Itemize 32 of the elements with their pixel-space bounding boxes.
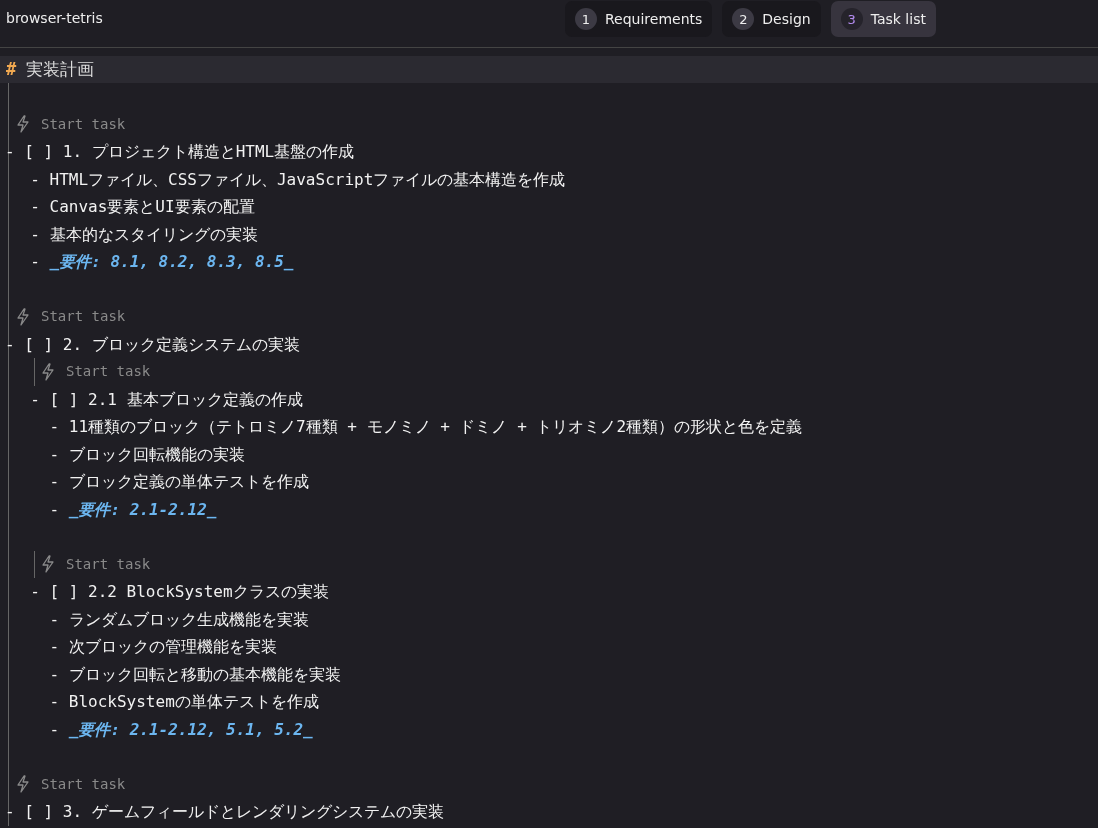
requirements-line: - _要件: 2.1-2.12, 5.1, 5.2_	[48, 719, 313, 739]
start-task-link[interactable]: Start task	[15, 303, 126, 331]
code-line: - [ ] 2.1 基本ブロック定義の作成	[29, 389, 303, 409]
lightning-icon	[40, 555, 56, 574]
code-line: - [ ] 2.2 BlockSystemクラスの実装	[29, 582, 329, 601]
code-line: - ブロック定義の単体テストを作成	[48, 472, 309, 491]
code-line: - Canvas要素とUI要素の配置	[29, 197, 255, 216]
code-line: - 11種類のブロック（テトロミノ7種類 + モノミノ + ドミノ + トリオミノ2種類）の形状と色を定義	[48, 417, 803, 436]
lightning-icon	[15, 307, 31, 326]
step-tab[interactable]: 2 Design	[722, 1, 821, 37]
code-line: - BlockSystemの単体テストを作成	[48, 692, 319, 711]
start-task-link[interactable]: Start task	[15, 770, 126, 798]
code-line: - ランダムブロック生成機能を実装	[48, 609, 309, 629]
code-line: - ブロック回転と移動の基本機能を実装	[48, 664, 341, 684]
code-line: - [ ] 1. プロジェクト構造とHTML基盤の作成	[5, 142, 355, 161]
lightning-icon	[15, 115, 31, 134]
code-line: - 基本的なスタイリングの実装	[29, 224, 258, 244]
step-tab[interactable]: 1 Requirements	[565, 1, 713, 37]
step-tab[interactable]: 3 Task list	[830, 1, 936, 37]
start-task-link[interactable]: Start task	[15, 110, 126, 138]
code-line: - [ ] 2. ブロック定義システムの実装	[5, 334, 300, 354]
lightning-icon	[40, 362, 56, 381]
code-line: - HTMLファイル、CSSファイル、JavaScriptファイルの基本構造を作成	[29, 169, 566, 189]
start-task-link[interactable]: Start task	[40, 550, 151, 578]
project-title: browser-tetris	[6, 10, 103, 26]
code-line: - ブロック回転機能の実装	[48, 444, 245, 464]
code-line: - 次ブロックの管理機能を実装	[48, 637, 277, 656]
code-line: - [ ] 3. ゲームフィールドとレンダリングシステムの実装	[5, 802, 444, 821]
requirements-line: - _要件: 2.1-2.12_	[48, 499, 217, 519]
lightning-icon	[15, 775, 31, 794]
start-task-link[interactable]: Start task	[40, 358, 151, 386]
requirements-line: - _要件: 8.1, 8.2, 8.3, 8.5_	[29, 252, 294, 271]
